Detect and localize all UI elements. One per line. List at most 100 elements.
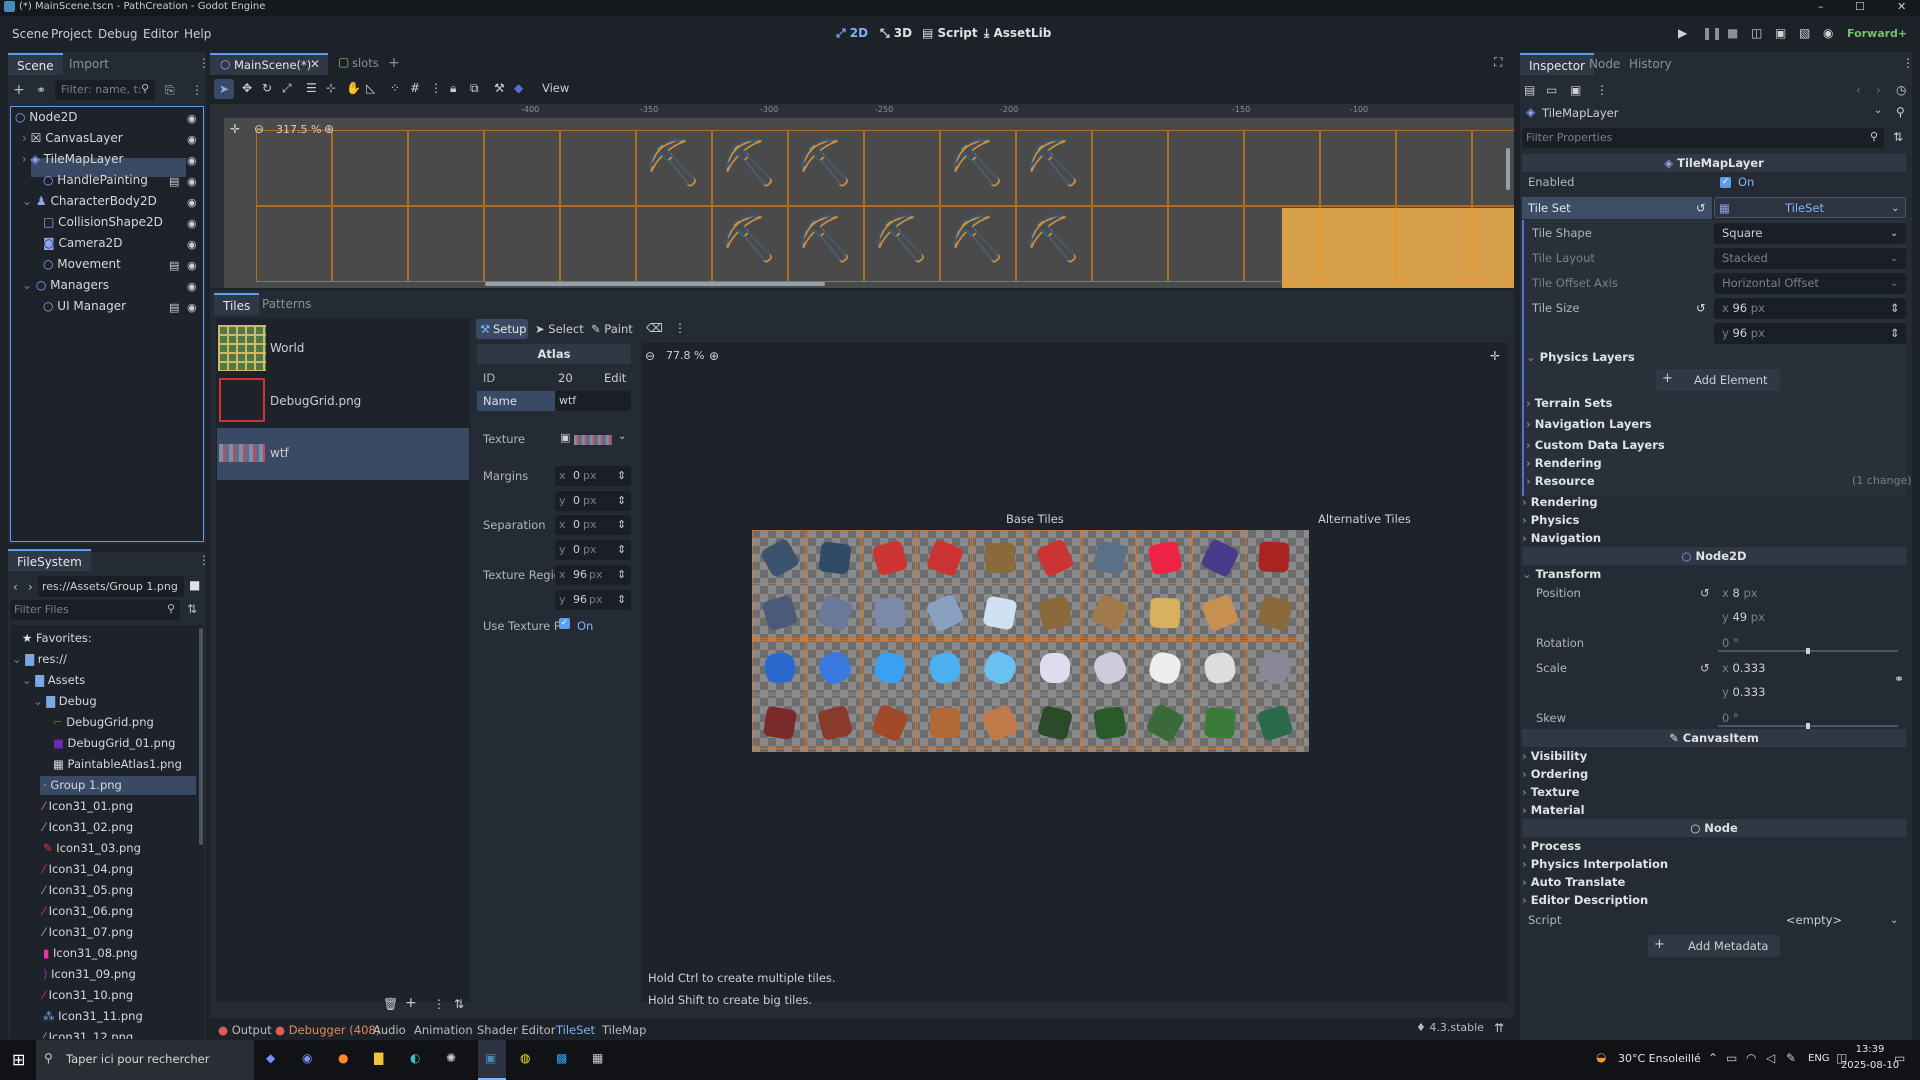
save-icon[interactable]: ▣ <box>1570 83 1581 97</box>
back-icon[interactable]: ‹ <box>13 580 18 594</box>
godot-taskbar-button[interactable]: ▣ <box>478 1040 506 1080</box>
filesystem-scrollbar[interactable] <box>199 628 203 845</box>
tree-item-handlepainting[interactable]: ○ HandlePainting <box>43 170 148 190</box>
fs-item-favorites[interactable]: ★ Favorites: <box>22 628 92 648</box>
chevron-down-icon[interactable]: ⌄ <box>1874 105 1882 116</box>
tile-shape-select[interactable]: Square ⌄ <box>1714 223 1906 244</box>
tab-filesystem[interactable]: FileSystem <box>8 549 91 571</box>
scale-y-field[interactable]: y 0.333 <box>1714 682 1906 703</box>
fs-item-debuggrid[interactable]: ⌐ DebugGrid.png <box>53 712 154 732</box>
audio-tab[interactable]: Audio <box>373 1021 406 1039</box>
atlas-tile[interactable] <box>1192 640 1246 694</box>
workspace-2d-button[interactable]: ⤢ 2D <box>836 26 868 41</box>
inspected-node-name[interactable]: TileMapLayer <box>1542 106 1618 120</box>
tab-import[interactable]: Import <box>60 53 118 75</box>
object-history-icon[interactable]: ◷ <box>1896 83 1906 97</box>
atlas-tile[interactable] <box>1247 530 1301 584</box>
script-attached-icon[interactable]: ▤ <box>169 301 179 314</box>
tree-item-collisionshape2d[interactable]: □ CollisionShape2D <box>43 212 163 232</box>
play-button[interactable]: ▶ <box>1678 26 1687 40</box>
zoom-out-icon[interactable]: ⊖ <box>645 349 655 363</box>
attach-script-icon[interactable]: ⎘ <box>165 83 175 98</box>
photoshop-icon[interactable]: ▩ <box>556 1051 567 1065</box>
snapchat-icon[interactable]: ◍ <box>520 1051 530 1065</box>
new-resource-icon[interactable]: ▤ <box>1524 83 1535 97</box>
eraser-icon[interactable]: ⌫ <box>646 321 663 335</box>
viewport-vscroll[interactable] <box>1506 148 1510 190</box>
pan-icon[interactable]: ✋ <box>346 81 361 95</box>
visibility-icon[interactable]: ◉ <box>187 133 197 146</box>
fs-item-icon31-11[interactable]: ⁂ Icon31_11.png <box>43 1006 143 1026</box>
atlas-tile[interactable] <box>1247 585 1301 639</box>
edge-icon[interactable]: ◐ <box>410 1051 420 1065</box>
physics-section[interactable]: › Physics <box>1522 511 1906 529</box>
visibility-icon[interactable]: ◉ <box>187 154 197 167</box>
rotate-mode-icon[interactable]: ↻ <box>262 81 272 95</box>
grid-snap-icon[interactable]: # <box>410 81 420 95</box>
navigation-layers-section[interactable]: › Navigation Layers <box>1526 415 1910 433</box>
checkbox-checked-icon[interactable]: ✓ <box>559 618 570 629</box>
atlas-tile[interactable] <box>862 695 916 749</box>
position-x-field[interactable]: x 8 px <box>1714 583 1906 604</box>
atlas-tile[interactable] <box>1082 530 1136 584</box>
tilemap-overlay-icon[interactable]: ◆ <box>514 81 523 95</box>
atlas-tile[interactable] <box>862 585 916 639</box>
atlas-tile[interactable] <box>1192 530 1246 584</box>
fs-item-icon31-10[interactable]: ⁄ Icon31_10.png <box>43 985 133 1005</box>
language-indicator[interactable]: ENG <box>1808 1053 1830 1064</box>
position-y-field[interactable]: y 49 px <box>1714 607 1906 628</box>
process-section[interactable]: › Process <box>1522 837 1906 855</box>
tree-item-characterbody2d[interactable]: ⌄ ♟ CharacterBody2D <box>22 191 157 211</box>
physics-interpolation-section[interactable]: › Physics Interpolation <box>1522 855 1906 873</box>
script-attached-icon[interactable]: ▤ <box>169 259 179 272</box>
pivot-icon[interactable]: ⊹ <box>326 81 336 95</box>
calculator-icon[interactable]: ▦ <box>592 1051 603 1065</box>
atlas-tile[interactable] <box>807 530 861 584</box>
atlas-tile[interactable] <box>972 585 1026 639</box>
distraction-free-icon[interactable]: ⛶ <box>1494 55 1502 70</box>
atlas-tile[interactable] <box>1192 695 1246 749</box>
taskbar-search[interactable]: ⚲ Taper ici pour rechercher <box>36 1040 254 1080</box>
tileset-tab[interactable]: TileSet <box>556 1021 595 1039</box>
pen-icon[interactable]: ✎ <box>1786 1051 1796 1065</box>
atlas-tile[interactable] <box>972 640 1026 694</box>
add-metadata-button[interactable]: + Add Metadata <box>1648 935 1780 957</box>
tileset-resource-picker[interactable]: ▦ TileSet ⌄ <box>1714 197 1906 218</box>
terrain-sets-section[interactable]: › Terrain Sets <box>1526 394 1910 412</box>
animation-tab[interactable]: Animation <box>414 1021 473 1039</box>
atlas-tile[interactable] <box>1082 640 1136 694</box>
tree-item-canvaslayer[interactable]: › ☒ CanvasLayer <box>22 128 123 148</box>
view-menu-button[interactable]: View <box>542 81 569 95</box>
tab-history[interactable]: History <box>1620 53 1681 75</box>
tree-item-camera2d[interactable]: ◙ Camera2D <box>43 233 122 253</box>
workspace-script-button[interactable]: ▤ Script <box>922 26 978 40</box>
source-debuggrid[interactable]: DebugGrid.png <box>270 394 361 408</box>
tileset-rendering-section[interactable]: › Rendering <box>1526 454 1910 472</box>
tree-item-ui-manager[interactable]: ○ UI Manager <box>43 296 126 316</box>
setup-tool-button[interactable]: ⚒ Setup <box>476 319 528 339</box>
clock-time[interactable]: 13:39 <box>1844 1044 1896 1055</box>
viewport-hscroll[interactable] <box>485 282 825 286</box>
region-y-field[interactable]: y 96 px ⇕ <box>555 590 631 610</box>
visibility-icon[interactable]: ◉ <box>187 217 197 230</box>
atlas-tile[interactable] <box>917 695 971 749</box>
atlas-texture-picker[interactable]: ▣ ⌄ <box>560 430 630 450</box>
tile-offset-select[interactable]: Horizontal Offset ⌄ <box>1714 273 1906 294</box>
revert-icon[interactable]: ↺ <box>1700 657 1710 680</box>
windows-start-icon[interactable]: ⊞ <box>12 1050 25 1069</box>
atlas-tile[interactable] <box>1137 530 1191 584</box>
chatgpt-icon[interactable]: ✺ <box>446 1051 456 1065</box>
tree-item-managers[interactable]: ⌄ ○ Managers <box>22 275 109 295</box>
workspace-assetlib-button[interactable]: ⤓ AssetLib <box>984 26 1051 41</box>
menu-help[interactable]: Help <box>184 27 211 41</box>
visibility-icon[interactable]: ◉ <box>187 238 197 251</box>
scale-mode-icon[interactable]: ⤢ <box>282 81 292 96</box>
filesystem-path-input[interactable]: res://Assets/Group 1.png <box>38 576 184 597</box>
atlas-tile[interactable] <box>1027 585 1081 639</box>
notifications-icon[interactable]: ▭ <box>1894 1051 1905 1065</box>
tab-slots[interactable]: ▢ slots <box>332 53 392 75</box>
atlas-tile[interactable] <box>1082 695 1136 749</box>
fs-item-icon31-04[interactable]: ⁄ Icon31_04.png <box>43 859 133 879</box>
atlas-tile[interactable] <box>1027 640 1081 694</box>
atlas-tile[interactable] <box>1027 695 1081 749</box>
